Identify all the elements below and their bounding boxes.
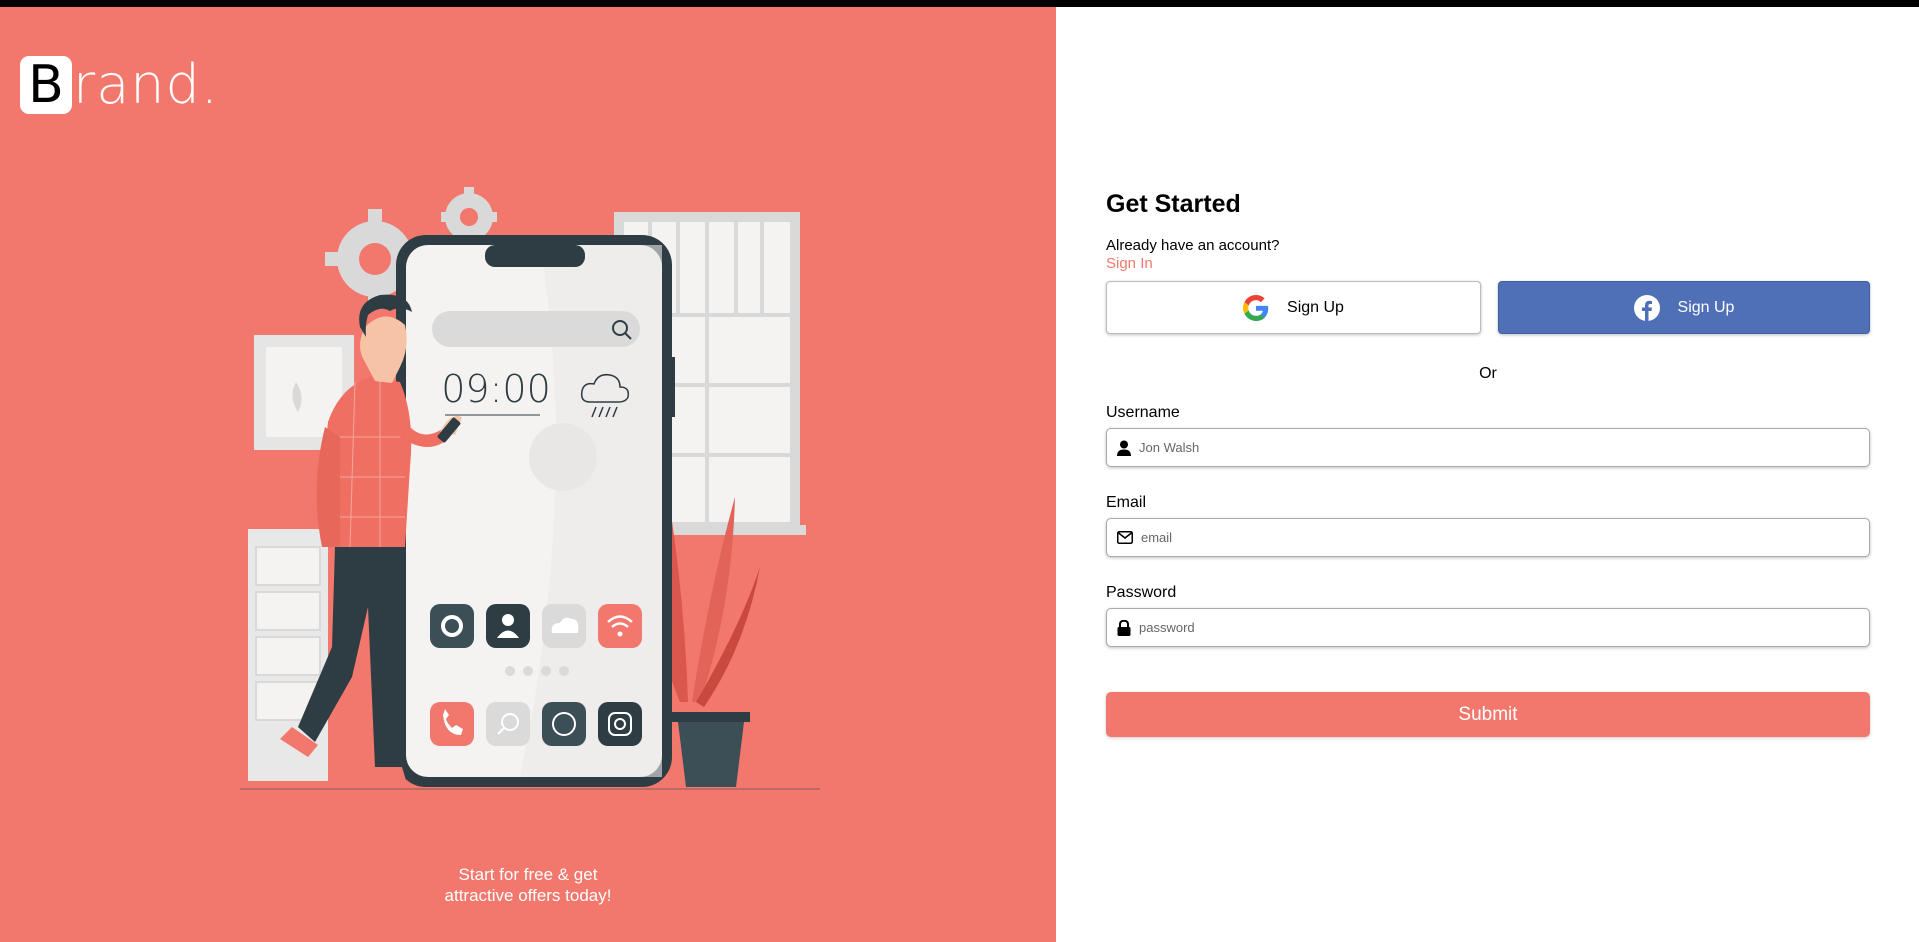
instagram-app-icon — [598, 702, 642, 746]
social-buttons: Sign Up Sign Up — [1106, 281, 1870, 334]
password-input[interactable] — [1139, 620, 1869, 635]
already-account-text: Already have an account? — [1106, 237, 1280, 254]
google-icon — [1243, 294, 1269, 321]
search-app-icon — [486, 702, 530, 746]
facebook-signup-button[interactable]: Sign Up — [1498, 281, 1870, 334]
lock-icon — [1117, 619, 1131, 636]
email-input[interactable] — [1141, 530, 1869, 545]
password-field: Password — [1106, 584, 1870, 647]
hero-panel: B rand. 09:00 Start for free & get attra… — [0, 7, 1056, 942]
submit-button[interactable]: Submit — [1106, 692, 1870, 737]
username-input[interactable] — [1139, 440, 1869, 455]
phone-illustration: 09:00 — [240, 187, 820, 790]
or-divider: Or — [1479, 365, 1497, 382]
brand-text: rand. — [73, 53, 219, 116]
gear-icon — [441, 187, 497, 241]
signup-form: Get Started Already have an account? Sig… — [1106, 190, 1870, 737]
facebook-icon — [1633, 294, 1660, 321]
facebook-signup-label: Sign Up — [1677, 298, 1735, 316]
tagline-line: attractive offers today! — [444, 886, 612, 905]
tagline-line: Start for free & get — [458, 865, 598, 884]
password-input-wrap — [1106, 608, 1870, 647]
email-input-wrap — [1106, 518, 1870, 557]
username-input-wrap — [1106, 428, 1870, 467]
password-label: Password — [1106, 584, 1177, 601]
sign-in-link[interactable]: Sign In — [1106, 255, 1153, 272]
brand-logo[interactable]: B rand. — [20, 53, 219, 116]
envelope-icon — [1117, 531, 1133, 544]
top-bar — [0, 0, 1919, 7]
page-title: Get Started — [1106, 190, 1241, 218]
settings-app-icon — [430, 604, 474, 648]
username-label: Username — [1106, 404, 1180, 421]
phone: 09:00 — [396, 235, 675, 787]
tagline: Start for free & get attractive offers t… — [0, 864, 1056, 906]
phone-clock: 09:00 — [441, 367, 551, 411]
phone-app-icon — [430, 702, 474, 746]
brand-letter: B — [20, 55, 72, 115]
google-signup-label: Sign Up — [1287, 298, 1344, 316]
plant — [657, 497, 760, 787]
whatsapp-app-icon — [542, 702, 586, 746]
user-icon — [1117, 440, 1131, 456]
wifi-app-icon — [598, 604, 642, 648]
email-label: Email — [1106, 494, 1147, 511]
google-signup-button[interactable]: Sign Up — [1106, 281, 1481, 334]
username-field: Username — [1106, 404, 1870, 467]
email-field: Email — [1106, 494, 1870, 557]
